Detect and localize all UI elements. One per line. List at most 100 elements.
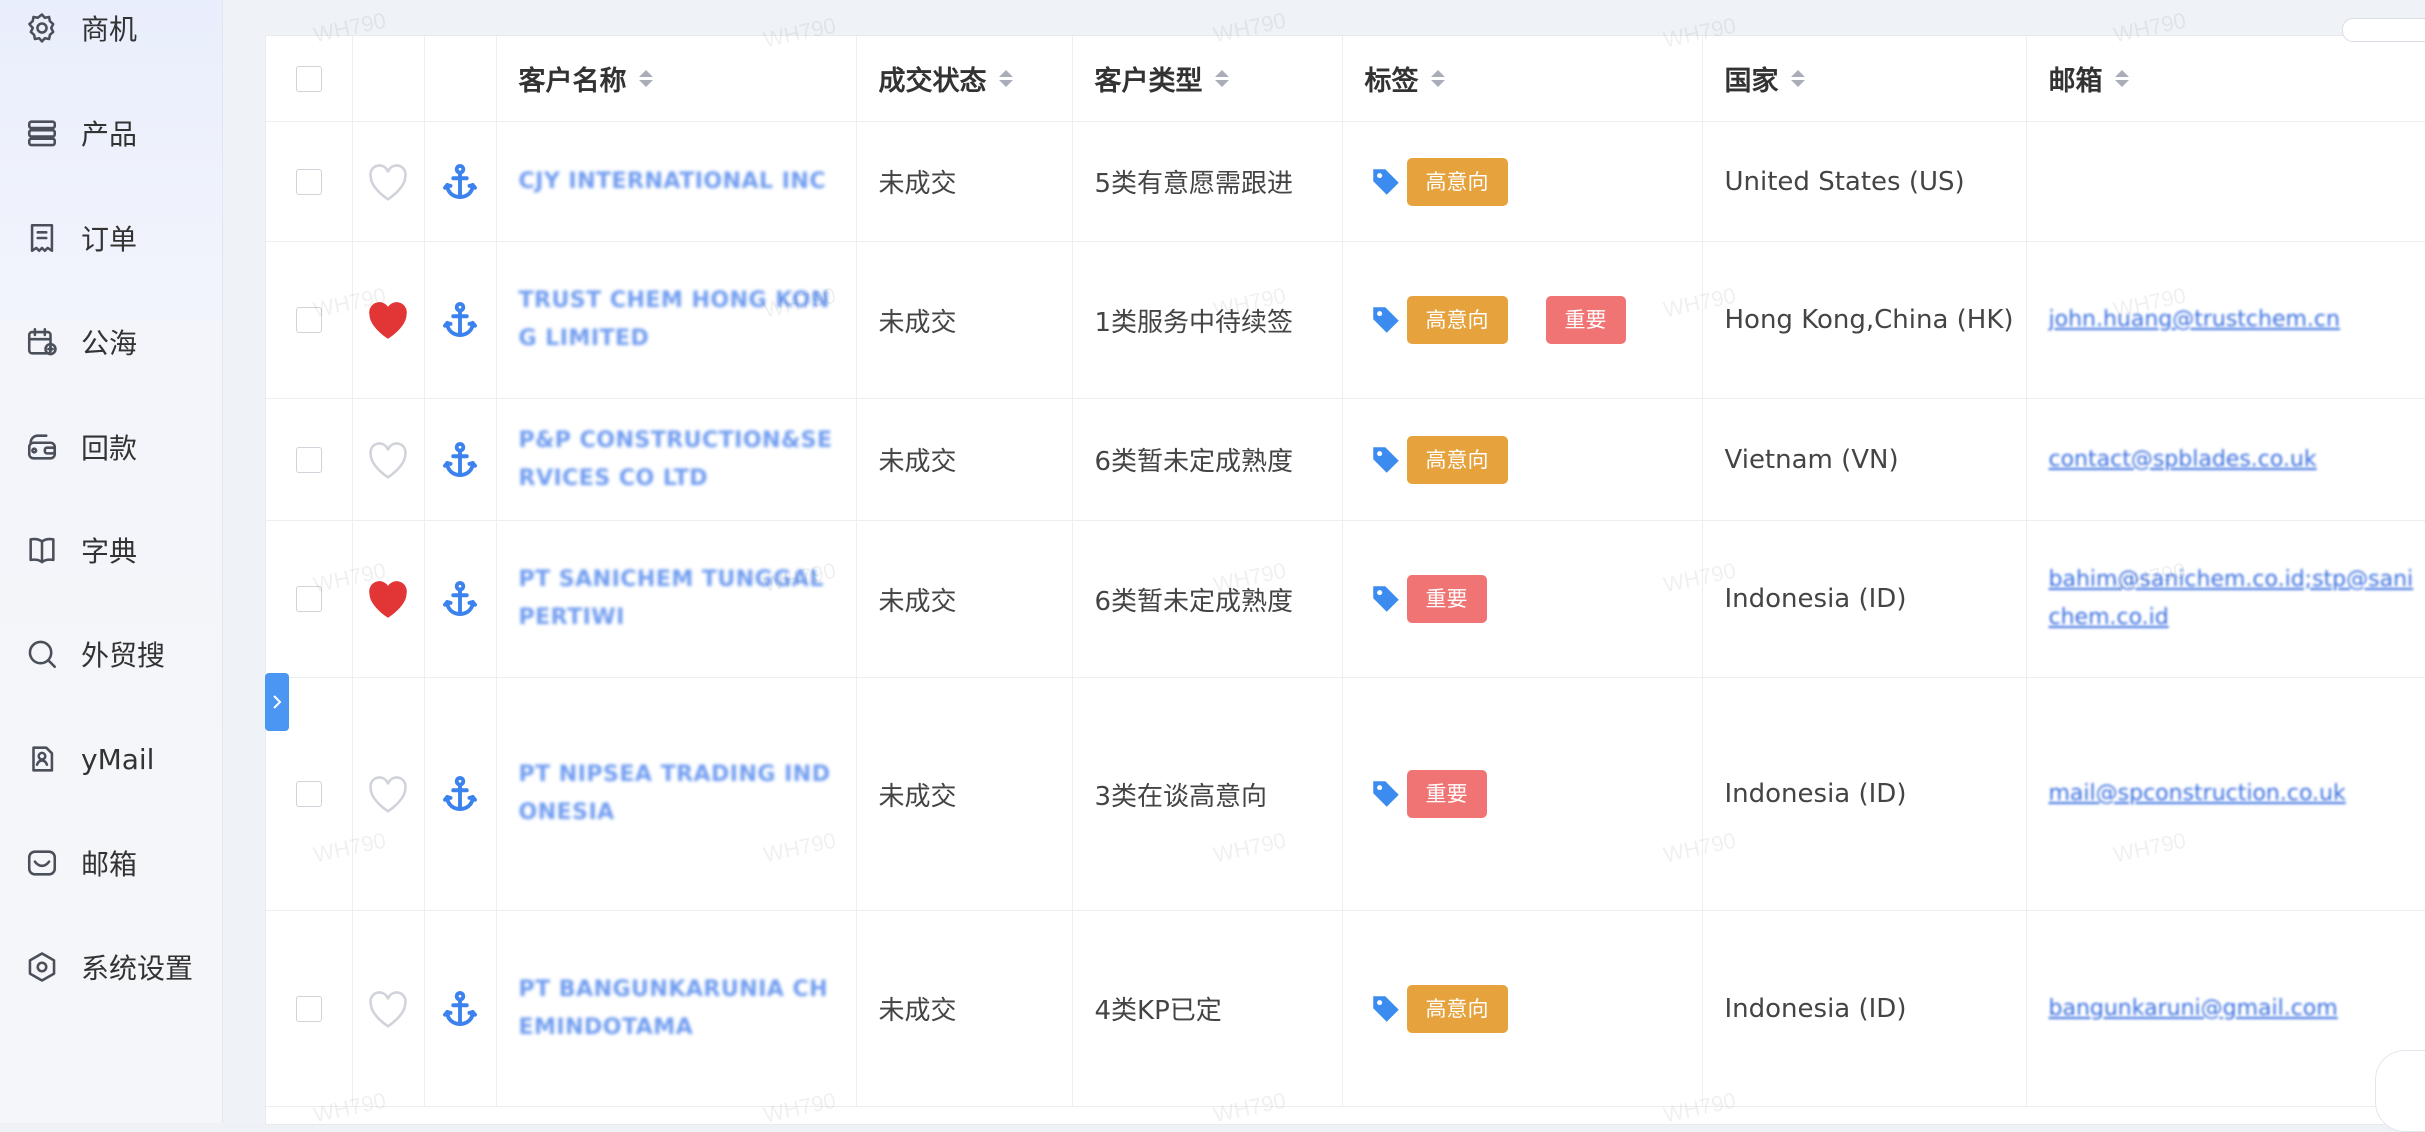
- customer-type-text: 6类暂未定成熟度: [1073, 581, 1342, 618]
- customer-name-cell[interactable]: PT BANGUNKARUNIA CHEMINDOTAMA: [496, 911, 856, 1107]
- heart-outline-icon[interactable]: [366, 440, 410, 480]
- row-checkbox[interactable]: [296, 996, 322, 1022]
- expand-panel-button[interactable]: [265, 673, 289, 731]
- customer-name-cell[interactable]: TRUST CHEM HONG KONG LIMITED: [496, 242, 856, 399]
- anchor-icon[interactable]: [442, 989, 478, 1029]
- anchor-icon[interactable]: [442, 579, 478, 619]
- row-select-cell[interactable]: [266, 399, 352, 521]
- sort-icon[interactable]: [1431, 70, 1445, 87]
- column-header-country[interactable]: 国家: [1702, 36, 2026, 122]
- table-row[interactable]: PT NIPSEA TRADING INDONESIA 未成交 3类在谈高意向 …: [266, 678, 2425, 911]
- sidebar-item-order[interactable]: 订单: [0, 208, 222, 268]
- anchor-icon[interactable]: [442, 440, 478, 480]
- favorite-cell[interactable]: [352, 521, 424, 678]
- anchor-icon[interactable]: [442, 162, 478, 202]
- heart-outline-icon[interactable]: [366, 989, 410, 1029]
- row-checkbox[interactable]: [296, 447, 322, 473]
- follow-cell[interactable]: [424, 911, 496, 1107]
- tag-icon[interactable]: [1369, 303, 1403, 337]
- table-row[interactable]: TRUST CHEM HONG KONG LIMITED 未成交 1类服务中待续…: [266, 242, 2425, 399]
- email-link[interactable]: bahim@sanichem.co.id;stp@sanichem.co.id: [2027, 561, 2425, 637]
- row-select-cell[interactable]: [266, 911, 352, 1107]
- tag-icon[interactable]: [1369, 165, 1403, 199]
- favorite-cell[interactable]: [352, 399, 424, 521]
- email-cell[interactable]: contact@spblades.co.uk: [2026, 399, 2425, 521]
- sidebar-item-mailbox[interactable]: 邮箱: [0, 833, 222, 893]
- customer-name-cell[interactable]: PT NIPSEA TRADING INDONESIA: [496, 678, 856, 911]
- email-link[interactable]: john.huang@trustchem.cn: [2027, 301, 2425, 339]
- row-select-cell[interactable]: [266, 521, 352, 678]
- tag-icon[interactable]: [1369, 582, 1403, 616]
- heart-filled-icon[interactable]: [366, 579, 410, 619]
- anchor-icon[interactable]: [442, 774, 478, 814]
- table-row[interactable]: CJY INTERNATIONAL INC 未成交 5类有意愿需跟进 高意向 U…: [266, 122, 2425, 242]
- favorite-cell[interactable]: [352, 911, 424, 1107]
- email-cell[interactable]: bangunkaruni@gmail.com: [2026, 911, 2425, 1107]
- sidebar-item-dictionary[interactable]: 字典: [0, 520, 222, 580]
- row-checkbox[interactable]: [296, 307, 322, 333]
- column-header-email[interactable]: 邮箱: [2026, 36, 2425, 122]
- follow-cell[interactable]: [424, 678, 496, 911]
- column-header-deal-status[interactable]: 成交状态: [856, 36, 1072, 122]
- customer-name-cell[interactable]: CJY INTERNATIONAL INC: [496, 122, 856, 242]
- sort-icon[interactable]: [1215, 70, 1229, 87]
- sort-icon[interactable]: [1791, 70, 1805, 87]
- email-cell[interactable]: mail@spconstruction.co.uk: [2026, 678, 2425, 911]
- customer-name-link[interactable]: TRUST CHEM HONG KONG LIMITED: [497, 282, 856, 358]
- favorite-cell[interactable]: [352, 122, 424, 242]
- favorite-cell[interactable]: [352, 242, 424, 399]
- sidebar-item-system-settings[interactable]: 系统设置: [0, 937, 222, 997]
- customer-name-cell[interactable]: P&P CONSTRUCTION&SERVICES CO LTD: [496, 399, 856, 521]
- sidebar-item-public-pool[interactable]: 公海: [0, 312, 222, 372]
- sidebar-item-opportunity[interactable]: 商机: [0, 0, 222, 58]
- header-select-all[interactable]: [266, 36, 352, 122]
- floating-side-button[interactable]: [2375, 1050, 2425, 1132]
- follow-cell[interactable]: [424, 521, 496, 678]
- customer-name-link[interactable]: PT BANGUNKARUNIA CHEMINDOTAMA: [497, 971, 856, 1047]
- customer-name-cell[interactable]: PT SANICHEM TUNGGAL PERTIWI: [496, 521, 856, 678]
- heart-outline-icon[interactable]: [366, 774, 410, 814]
- email-cell[interactable]: john.huang@trustchem.cn: [2026, 242, 2425, 399]
- row-checkbox[interactable]: [296, 169, 322, 195]
- select-all-checkbox[interactable]: [296, 66, 322, 92]
- customer-name-link[interactable]: CJY INTERNATIONAL INC: [497, 163, 856, 201]
- follow-cell[interactable]: [424, 122, 496, 242]
- tag-icon[interactable]: [1369, 777, 1403, 811]
- email-cell[interactable]: [2026, 122, 2425, 242]
- row-select-cell[interactable]: [266, 122, 352, 242]
- top-control-pill[interactable]: [2342, 18, 2425, 42]
- follow-cell[interactable]: [424, 399, 496, 521]
- sidebar-item-ymail[interactable]: yMail: [0, 729, 222, 789]
- sort-icon[interactable]: [2115, 70, 2129, 87]
- email-link[interactable]: contact@spblades.co.uk: [2027, 441, 2425, 479]
- heart-filled-icon[interactable]: [366, 300, 410, 340]
- sort-icon[interactable]: [999, 70, 1013, 87]
- customer-name-link[interactable]: P&P CONSTRUCTION&SERVICES CO LTD: [497, 422, 856, 498]
- sidebar-item-label: yMail: [81, 743, 154, 776]
- tag-icon[interactable]: [1369, 992, 1403, 1026]
- column-header-tags[interactable]: 标签: [1342, 36, 1702, 122]
- customer-name-link[interactable]: PT SANICHEM TUNGGAL PERTIWI: [497, 561, 856, 637]
- table-row[interactable]: PT SANICHEM TUNGGAL PERTIWI 未成交 6类暂未定成熟度…: [266, 521, 2425, 678]
- sort-icon[interactable]: [639, 70, 653, 87]
- column-header-customer-name[interactable]: 客户名称: [496, 36, 856, 122]
- email-link[interactable]: mail@spconstruction.co.uk: [2027, 775, 2425, 813]
- table-row[interactable]: P&P CONSTRUCTION&SERVICES CO LTD 未成交 6类暂…: [266, 399, 2425, 521]
- customer-name-link[interactable]: PT NIPSEA TRADING INDONESIA: [497, 756, 856, 832]
- row-select-cell[interactable]: [266, 242, 352, 399]
- row-checkbox[interactable]: [296, 586, 322, 612]
- tag-icon[interactable]: [1369, 443, 1403, 477]
- row-checkbox[interactable]: [296, 781, 322, 807]
- sidebar-item-payment[interactable]: 回款: [0, 417, 222, 477]
- favorite-cell[interactable]: [352, 678, 424, 911]
- country-cell: Hong Kong,China (HK): [1702, 242, 2026, 399]
- table-row[interactable]: PT BANGUNKARUNIA CHEMINDOTAMA 未成交 4类KP已定…: [266, 911, 2425, 1107]
- email-link[interactable]: bangunkaruni@gmail.com: [2027, 990, 2425, 1028]
- heart-outline-icon[interactable]: [366, 162, 410, 202]
- follow-cell[interactable]: [424, 242, 496, 399]
- column-header-customer-type[interactable]: 客户类型: [1072, 36, 1342, 122]
- sidebar-item-product[interactable]: 产品: [0, 103, 222, 163]
- sidebar-item-trade-search[interactable]: 外贸搜: [0, 624, 222, 684]
- email-cell[interactable]: bahim@sanichem.co.id;stp@sanichem.co.id: [2026, 521, 2425, 678]
- anchor-icon[interactable]: [442, 300, 478, 340]
